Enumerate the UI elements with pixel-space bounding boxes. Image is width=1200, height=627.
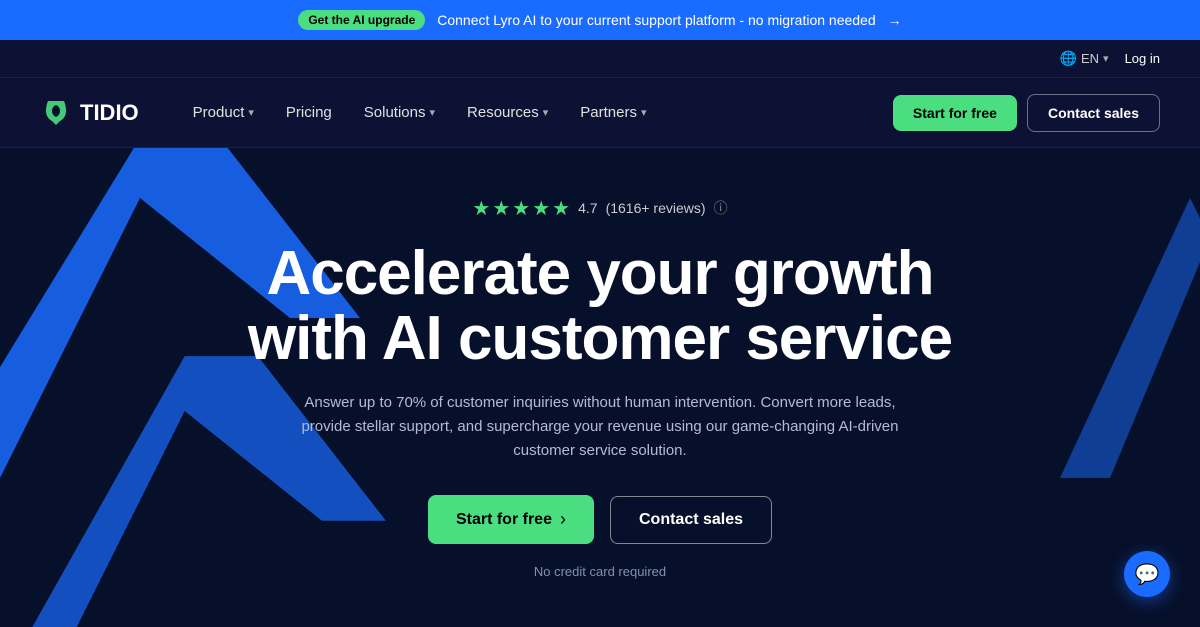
banner-arrow: →: [888, 12, 902, 28]
hero-title: Accelerate your growth with AI customer …: [248, 241, 952, 371]
nav-partners-label: Partners: [580, 104, 637, 121]
no-credit-text: No credit card required: [534, 564, 666, 579]
hero-content: ★ ★ ★ ★ ★ 4.7 (1616+ reviews) ⓘ Accelera…: [248, 196, 952, 579]
nav-item-product[interactable]: Product ▾: [179, 96, 268, 129]
ai-upgrade-badge[interactable]: Get the AI upgrade: [298, 10, 425, 30]
star-rating: ★ ★ ★ ★ ★: [472, 196, 570, 221]
nav-pricing-label: Pricing: [286, 104, 332, 121]
hero-contact-button[interactable]: Contact sales: [610, 496, 772, 544]
rating-row: ★ ★ ★ ★ ★ 4.7 (1616+ reviews) ⓘ: [248, 196, 952, 221]
rating-count: (1616+ reviews): [606, 200, 706, 216]
hero-start-label: Start for free: [456, 511, 552, 529]
product-chevron-icon: ▾: [248, 106, 254, 119]
nav-item-pricing[interactable]: Pricing: [272, 96, 346, 129]
nav-product-label: Product: [193, 104, 245, 121]
nav-contact-button[interactable]: Contact sales: [1027, 94, 1160, 132]
hero-buttons: Start for free › Contact sales: [428, 495, 772, 544]
rating-value: 4.7: [578, 200, 597, 216]
nav-solutions-label: Solutions: [364, 104, 426, 121]
logo[interactable]: TIDIO: [40, 97, 139, 129]
lang-chevron-icon: ▾: [1103, 52, 1109, 65]
hero-actions: Start for free › Contact sales No credit…: [248, 495, 952, 579]
bg-arrow-right: [1010, 198, 1200, 498]
language-selector[interactable]: 🌐 EN ▾: [1060, 50, 1109, 67]
hero-title-line2: with AI customer service: [248, 304, 952, 373]
utility-bar: 🌐 EN ▾ Log in: [0, 40, 1200, 78]
login-link[interactable]: Log in: [1125, 51, 1160, 66]
banner-text: Connect Lyro AI to your current support …: [437, 12, 875, 28]
globe-icon: 🌐: [1060, 50, 1077, 67]
star-2: ★: [492, 196, 510, 221]
nav-item-solutions[interactable]: Solutions ▾: [350, 96, 449, 129]
lang-label: EN: [1081, 51, 1099, 66]
hero-section: ★ ★ ★ ★ ★ 4.7 (1616+ reviews) ⓘ Accelera…: [0, 148, 1200, 627]
chat-icon: 💬: [1135, 562, 1160, 587]
solutions-chevron-icon: ▾: [429, 106, 435, 119]
hero-start-arrow: ›: [560, 509, 566, 530]
nav-actions: Start for free Contact sales: [893, 94, 1160, 132]
logo-icon: [40, 97, 72, 129]
star-5: ★: [552, 196, 570, 221]
star-4: ★: [532, 196, 550, 221]
partners-chevron-icon: ▾: [641, 106, 647, 119]
chat-bubble-button[interactable]: 💬: [1124, 551, 1170, 597]
nav-links: Product ▾ Pricing Solutions ▾ Resources …: [179, 96, 893, 129]
star-1: ★: [472, 196, 490, 221]
hero-subtitle: Answer up to 70% of customer inquiries w…: [300, 391, 900, 463]
info-icon[interactable]: ⓘ: [714, 198, 728, 218]
star-3: ★: [512, 196, 530, 221]
nav-item-partners[interactable]: Partners ▾: [566, 96, 660, 129]
resources-chevron-icon: ▾: [543, 106, 549, 119]
nav-item-resources[interactable]: Resources ▾: [453, 96, 562, 129]
nav-resources-label: Resources: [467, 104, 539, 121]
logo-text: TIDIO: [80, 100, 139, 126]
hero-start-button[interactable]: Start for free ›: [428, 495, 594, 544]
hero-title-line1: Accelerate your growth: [266, 239, 933, 308]
navbar: TIDIO Product ▾ Pricing Solutions ▾ Reso…: [0, 78, 1200, 148]
nav-start-button[interactable]: Start for free: [893, 95, 1017, 131]
top-banner: Get the AI upgrade Connect Lyro AI to yo…: [0, 0, 1200, 40]
